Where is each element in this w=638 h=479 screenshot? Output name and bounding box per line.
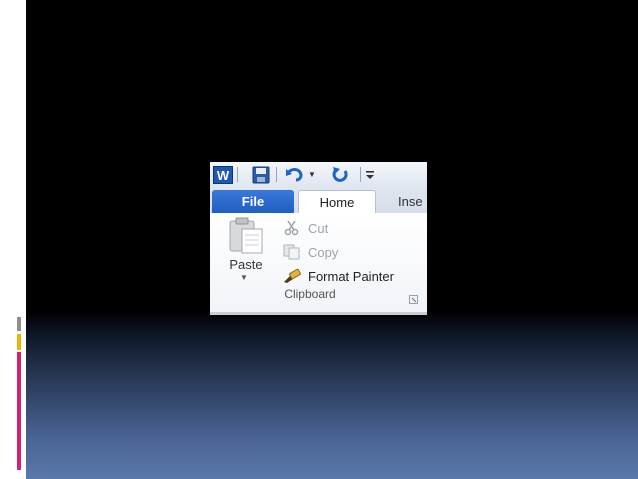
accent-bar-gray: [17, 317, 21, 331]
paste-icon[interactable]: [226, 217, 266, 255]
edge-line-marks: [16, 46, 27, 76]
save-icon[interactable]: [251, 165, 271, 184]
copy-icon: [282, 243, 302, 261]
qat-separator: [360, 167, 361, 182]
paintbrush-icon: [282, 267, 302, 285]
quick-access-toolbar: W ▼: [210, 162, 427, 188]
tab-file[interactable]: File: [212, 190, 294, 213]
clipboard-group: Paste ▼ Cut Copy Format Painter Clipboar…: [210, 213, 427, 312]
qat-separator: [237, 167, 238, 182]
word-app-icon[interactable]: W: [213, 166, 233, 184]
format-painter-label: Format Painter: [308, 268, 394, 284]
ribbon-tabs: File Home Inse: [210, 188, 427, 214]
scissors-icon: [282, 219, 302, 237]
tab-home[interactable]: Home: [298, 190, 376, 214]
accent-bar-pink: [17, 352, 21, 470]
undo-icon[interactable]: [284, 165, 306, 184]
cut-label: Cut: [308, 220, 329, 236]
ribbon-screenshot: W ▼ File Home Inse Paste ▼ Cut Copy Form…: [210, 162, 427, 315]
qat-separator: [276, 167, 277, 182]
dialog-launcher-icon[interactable]: [409, 291, 418, 304]
copy-label: Copy: [308, 244, 339, 260]
cut-button[interactable]: Cut: [282, 218, 328, 238]
paste-button[interactable]: Paste: [224, 257, 268, 272]
clipboard-group-label: Clipboard: [284, 287, 336, 301]
customize-icon[interactable]: [364, 165, 376, 184]
app-icon-letter: W: [216, 167, 230, 183]
format-painter-button[interactable]: Format Painter: [282, 266, 394, 286]
undo-dropdown-icon[interactable]: ▼: [307, 165, 317, 184]
copy-button[interactable]: Copy: [282, 242, 338, 262]
redo-icon[interactable]: [330, 165, 350, 184]
accent-bar-gold: [17, 334, 21, 350]
paste-dropdown-icon[interactable]: ▼: [240, 273, 248, 282]
tab-insert[interactable]: Inse: [398, 190, 423, 213]
